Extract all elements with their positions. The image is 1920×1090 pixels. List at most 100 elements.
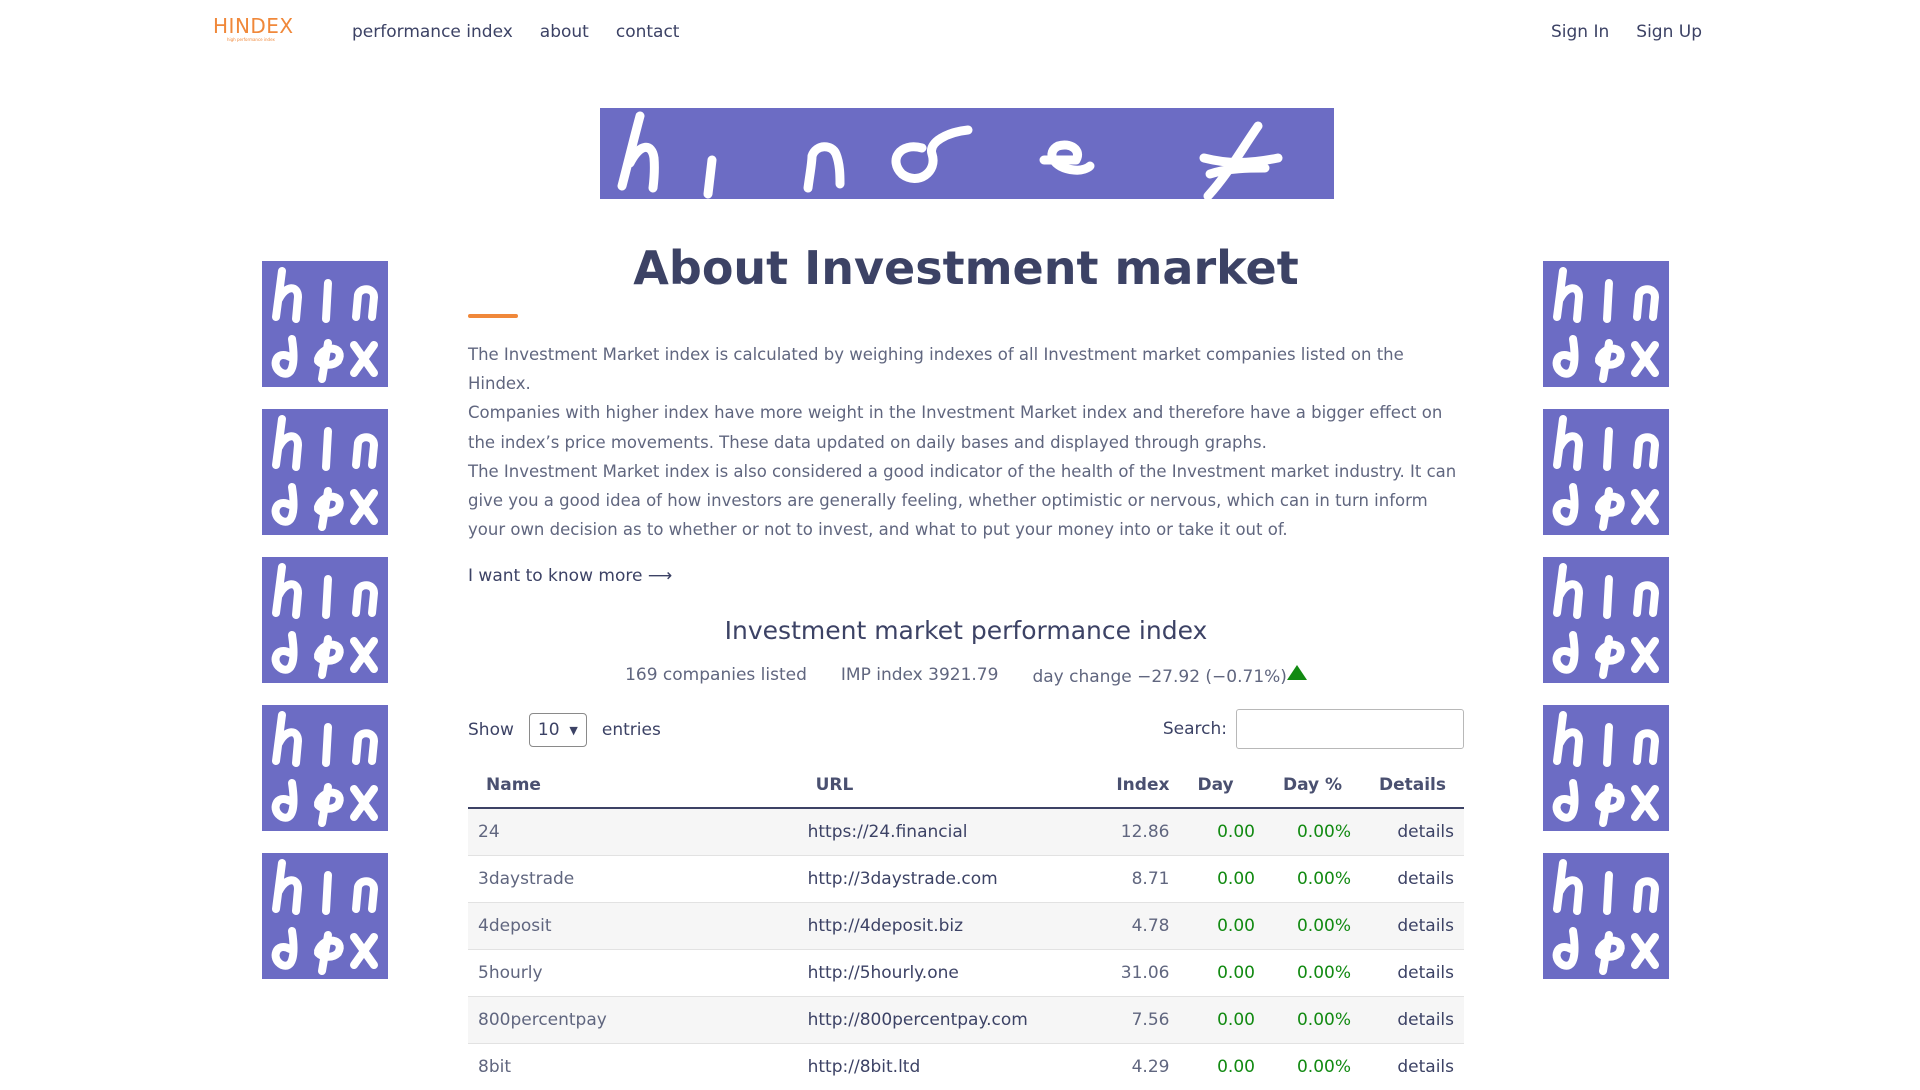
know-more-link[interactable]: I want to know more ⟶	[468, 566, 672, 586]
hindex-ad-icon	[271, 415, 379, 531]
performance-stats: 169 companies listed IMP index 3921.79 d…	[468, 665, 1464, 687]
hindex-ad-icon	[271, 267, 379, 383]
table-header-row: Name URL Index Day Day % Details	[468, 763, 1464, 810]
company-day: 0.00	[1179, 1043, 1265, 1090]
description-paragraph-3: The Investment Market index is also cons…	[468, 461, 1457, 540]
title-underline	[468, 314, 518, 318]
side-ad-left-4[interactable]	[262, 705, 388, 831]
table-row: 5hourly http://5hourly.one 31.06 0.00 0.…	[468, 949, 1464, 997]
search-input[interactable]	[1236, 709, 1464, 750]
nav-link-performance-index[interactable]: performance index	[352, 22, 513, 42]
company-name: 800percentpay	[468, 996, 798, 1044]
logo-text: HINDEX	[213, 14, 294, 38]
description-paragraph-1: The Investment Market index is calculate…	[468, 345, 1404, 394]
company-day-pct: 0.00%	[1264, 1043, 1361, 1090]
company-day-pct: 0.00%	[1264, 855, 1361, 903]
details-link[interactable]: details	[1360, 949, 1464, 997]
table-controls: Show 10 ▼ entries Search:	[468, 709, 1464, 751]
company-day: 0.00	[1179, 902, 1265, 950]
company-index: 31.06	[1091, 949, 1180, 997]
column-header-name[interactable]: Name	[468, 763, 798, 810]
side-ad-right-3[interactable]	[1543, 557, 1669, 683]
hindex-ad-icon	[1552, 415, 1660, 531]
details-link[interactable]: details	[1360, 996, 1464, 1044]
company-name: 4deposit	[468, 902, 798, 950]
table-row: 3daystrade http://3daystrade.com 8.71 0.…	[468, 855, 1464, 903]
details-link[interactable]: details	[1360, 855, 1464, 903]
chevron-down-icon: ▼	[569, 723, 578, 737]
auth-links: Sign In Sign Up	[1551, 22, 1702, 42]
side-ad-right-4[interactable]	[1543, 705, 1669, 831]
company-name: 8bit	[468, 1043, 798, 1090]
entries-select-value: 10	[537, 720, 560, 741]
company-day-pct: 0.00%	[1264, 996, 1361, 1044]
column-header-index[interactable]: Index	[1091, 763, 1180, 810]
company-url-link[interactable]: http://4deposit.biz	[797, 902, 1092, 950]
company-index: 4.78	[1091, 902, 1180, 950]
sign-in-link[interactable]: Sign In	[1551, 22, 1609, 42]
company-day: 0.00	[1179, 949, 1265, 997]
side-ad-right-1[interactable]	[1543, 261, 1669, 387]
hindex-ad-icon	[1552, 711, 1660, 827]
column-header-day[interactable]: Day	[1179, 763, 1265, 810]
page-title: About Investment market	[633, 241, 1299, 295]
performance-title: Investment market performance index	[724, 616, 1208, 646]
imp-index-value: IMP index 3921.79	[840, 665, 999, 686]
details-link[interactable]: details	[1360, 1043, 1464, 1090]
table-row: 800percentpay http://800percentpay.com 7…	[468, 996, 1464, 1044]
up-arrow-icon	[1286, 665, 1307, 681]
banner-handwriting-graphic	[617, 111, 1283, 201]
company-url-link[interactable]: https://24.financial	[797, 807, 1092, 856]
hindex-ad-icon	[271, 563, 379, 679]
company-index: 8.71	[1091, 855, 1180, 903]
column-header-day-pct[interactable]: Day %	[1264, 763, 1361, 810]
company-day: 0.00	[1179, 996, 1265, 1044]
company-day: 0.00	[1179, 855, 1265, 903]
hindex-logo[interactable]: HINDEX high performance index	[213, 15, 293, 43]
side-ad-right-2[interactable]	[1543, 409, 1669, 535]
show-label: Show	[468, 720, 514, 741]
nav-link-about[interactable]: about	[540, 22, 589, 42]
side-ad-right-5[interactable]	[1543, 853, 1669, 979]
company-day-pct: 0.00%	[1264, 949, 1361, 997]
details-link[interactable]: details	[1360, 807, 1464, 856]
nav-links: performance index about contact	[352, 22, 679, 42]
table-row: 24 https://24.financial 12.86 0.00 0.00%…	[468, 807, 1464, 856]
company-index: 4.29	[1091, 1043, 1180, 1090]
main-content: About Investment market The Investment M…	[468, 230, 1464, 1090]
company-day-pct: 0.00%	[1264, 902, 1361, 950]
company-url-link[interactable]: http://5hourly.one	[797, 949, 1092, 997]
hindex-ad-icon	[1552, 267, 1660, 383]
description-paragraph-2: Companies with higher index have more we…	[468, 403, 1443, 452]
side-ad-left-2[interactable]	[262, 409, 388, 535]
company-day: 0.00	[1179, 807, 1265, 856]
company-name: 5hourly	[468, 949, 798, 997]
show-entries: Show 10 ▼ entries	[468, 713, 661, 748]
entries-select[interactable]: 10 ▼	[528, 713, 587, 748]
day-change-wrap: day change −27.92 (−0.71%)	[1032, 665, 1307, 687]
nav-link-contact[interactable]: contact	[616, 22, 680, 42]
column-header-url[interactable]: URL	[797, 763, 1092, 810]
side-ad-left-1[interactable]	[262, 261, 388, 387]
sign-up-link[interactable]: Sign Up	[1636, 22, 1702, 42]
company-url-link[interactable]: http://3daystrade.com	[797, 855, 1092, 903]
hindex-ad-icon	[271, 711, 379, 827]
entries-label: entries	[601, 720, 661, 741]
company-index: 12.86	[1091, 807, 1180, 856]
hindex-ad-icon	[1552, 859, 1660, 975]
side-ad-left-3[interactable]	[262, 557, 388, 683]
hindex-banner-image[interactable]	[600, 108, 1334, 201]
table-row: 8bit http://8bit.ltd 4.29 0.00 0.00% det…	[468, 1043, 1464, 1090]
company-index: 7.56	[1091, 996, 1180, 1044]
company-url-link[interactable]: http://800percentpay.com	[797, 996, 1092, 1044]
search-area: Search:	[1163, 709, 1464, 750]
company-url-link[interactable]: http://8bit.ltd	[797, 1043, 1092, 1090]
details-link[interactable]: details	[1360, 902, 1464, 950]
column-header-details[interactable]: Details	[1360, 763, 1464, 810]
table-row: 4deposit http://4deposit.biz 4.78 0.00 0…	[468, 902, 1464, 950]
company-day-pct: 0.00%	[1264, 807, 1361, 856]
company-name: 24	[468, 807, 798, 856]
side-ad-left-5[interactable]	[262, 853, 388, 979]
hindex-ad-icon	[1552, 563, 1660, 679]
top-nav: HINDEX high performance index performanc…	[0, 0, 1920, 66]
